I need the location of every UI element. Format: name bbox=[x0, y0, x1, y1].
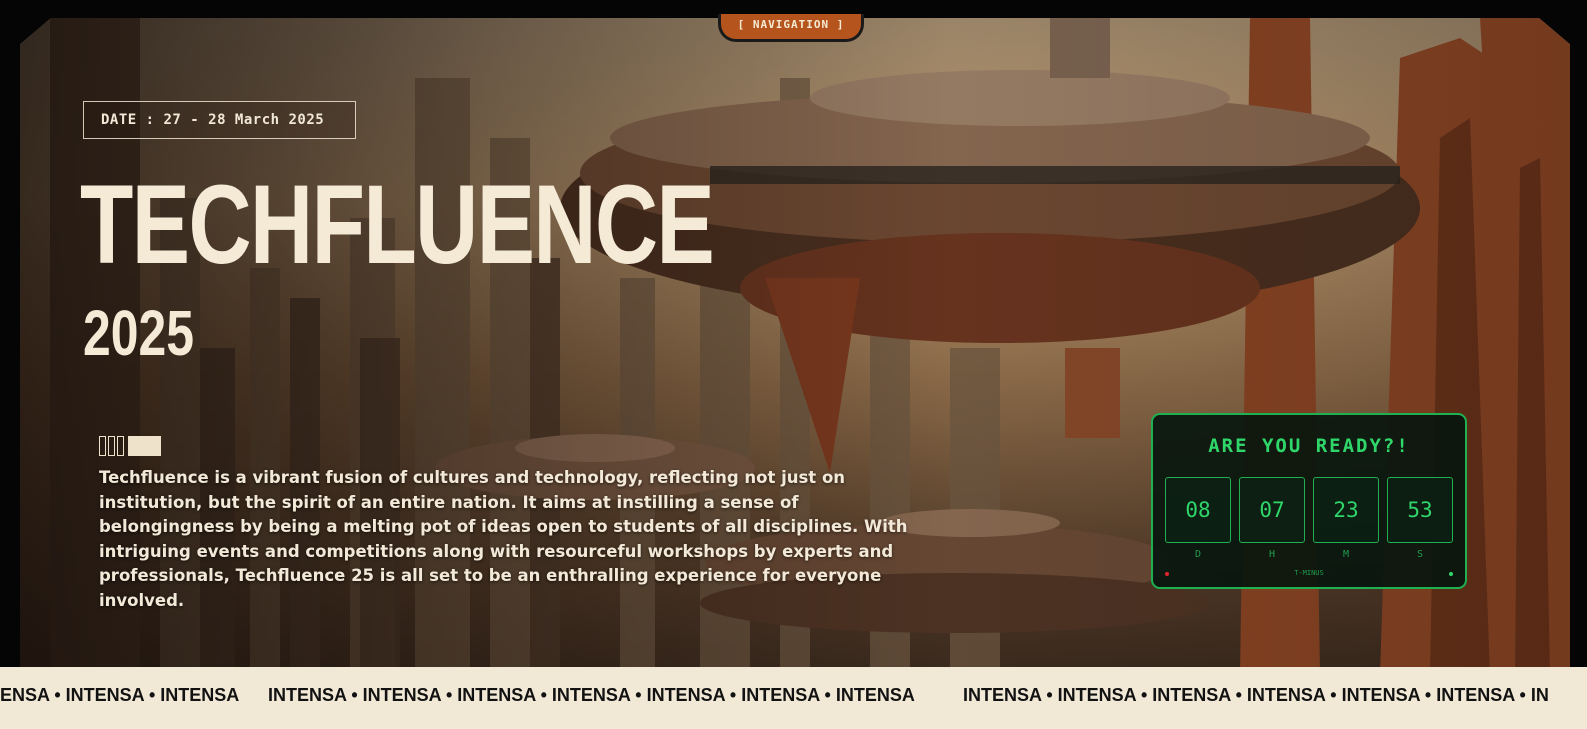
event-date: DATE : 27 - 28 March 2025 bbox=[83, 101, 356, 139]
countdown-days: 08 bbox=[1165, 477, 1231, 543]
decorative-bars-icon bbox=[99, 436, 161, 456]
bar-2 bbox=[108, 436, 115, 456]
countdown-title: ARE YOU READY?! bbox=[1208, 435, 1410, 457]
ticker-segment: INTENSA • INTENSA • INTENSA • INTENSA • … bbox=[963, 685, 1549, 705]
countdown-timer: ARE YOU READY?! 08 07 23 53 D H M S T-MI… bbox=[1151, 413, 1467, 589]
countdown-footer: T-MINUS bbox=[1294, 569, 1324, 577]
countdown-seconds-label: S bbox=[1416, 549, 1424, 560]
page-title: TECHFLUENCE bbox=[80, 162, 715, 287]
countdown-minutes-label: M bbox=[1342, 549, 1350, 560]
countdown-minutes: 23 bbox=[1313, 477, 1379, 543]
marquee-ticker: ENSA • INTENSA • INTENSA INTENSA • INTEN… bbox=[0, 667, 1587, 729]
ticker-segment: INTENSA • INTENSA • INTENSA • INTENSA • … bbox=[268, 685, 915, 705]
bar-3 bbox=[117, 436, 124, 456]
bar-4 bbox=[128, 436, 161, 456]
event-year: 2025 bbox=[83, 297, 195, 369]
countdown-seconds: 53 bbox=[1387, 477, 1453, 543]
bar-1 bbox=[99, 436, 106, 456]
ticker-segment: ENSA • INTENSA • INTENSA bbox=[0, 685, 240, 705]
event-description: Techfluence is a vibrant fusion of cultu… bbox=[99, 468, 908, 610]
countdown-days-label: D bbox=[1194, 549, 1202, 560]
navigation-button[interactable]: [ NAVIGATION ] bbox=[718, 14, 864, 42]
countdown-hours-label: H bbox=[1268, 549, 1276, 560]
countdown-hours: 07 bbox=[1239, 477, 1305, 543]
status-dot-green-icon bbox=[1449, 572, 1453, 576]
